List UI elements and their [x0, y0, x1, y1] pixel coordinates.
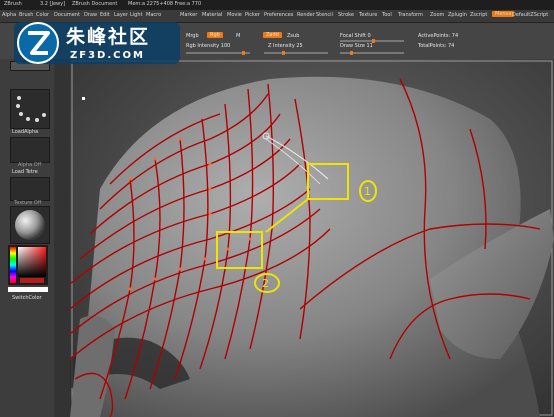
- document-canvas[interactable]: 1 2: [70, 59, 554, 417]
- total-points-readout: TotalPoints: 74: [418, 43, 455, 49]
- annotation-label-2: 2: [262, 277, 269, 290]
- zsub-toggle[interactable]: Zsub: [287, 33, 299, 39]
- menu-stroke[interactable]: Stroke: [338, 12, 354, 18]
- secondary-color-swatch[interactable]: [8, 287, 48, 292]
- focal-shift-track[interactable]: [340, 39, 404, 43]
- zf3d-watermark-logo: 朱峰社区 ZF3D.COM: [14, 18, 180, 68]
- shelf-scroll-strip[interactable]: [54, 59, 70, 417]
- version-label: 3.2 [Jewy]: [40, 1, 66, 7]
- annotation-label-1: 1: [364, 185, 371, 198]
- menu-marker[interactable]: Marker: [180, 12, 197, 18]
- menu-transform[interactable]: Transform: [398, 12, 423, 18]
- logo-chinese-text: 朱峰社区: [66, 26, 151, 48]
- slider-thumb[interactable]: [350, 51, 353, 55]
- rgb-toggle[interactable]: Rgb: [207, 32, 223, 38]
- z-intensity-track[interactable]: [264, 51, 328, 55]
- zadd-toggle[interactable]: Zadd: [263, 32, 282, 38]
- sculpt-viewport[interactable]: 1 2: [70, 59, 554, 417]
- app-label: ZBrush: [4, 1, 22, 7]
- menu-zoom[interactable]: Zoom: [430, 12, 444, 18]
- active-points-readout: ActivePoints: 74: [418, 33, 459, 39]
- color-picker[interactable]: [8, 245, 48, 285]
- logo-domain-text: ZF3D.COM: [70, 50, 145, 61]
- load-texture-button[interactable]: Load Tetre: [12, 169, 38, 175]
- memory-readout: Mem:a 2275+408 Free:a 770: [128, 1, 202, 7]
- title-bar: ZBrush 3.2 [Jewy] ZBrush Document Mem:a …: [0, 0, 554, 10]
- rgb-intensity-track[interactable]: [186, 51, 250, 55]
- mrgb-toggle[interactable]: Mrgb: [186, 33, 199, 39]
- alpha-off-label[interactable]: Alpha Off: [18, 162, 41, 168]
- hue-strip[interactable]: [10, 247, 16, 283]
- left-shelf: LoadAlpha Alpha Off Load Tetre Texture O…: [0, 59, 55, 417]
- script-label[interactable]: DefaultZScript: [512, 12, 548, 18]
- alpha-thumbnail[interactable]: [10, 89, 50, 129]
- saturation-square[interactable]: [18, 247, 46, 277]
- menu-material[interactable]: Material: [202, 12, 222, 18]
- menu-movie[interactable]: Movie: [227, 12, 242, 18]
- menu-picker[interactable]: Picker: [245, 12, 260, 18]
- alpha-slot[interactable]: [10, 137, 50, 163]
- menu-zplugin[interactable]: Zplugin: [448, 12, 467, 18]
- menu-texture[interactable]: Texture: [359, 12, 377, 18]
- m-toggle[interactable]: M: [236, 33, 240, 39]
- load-alpha-button[interactable]: LoadAlpha: [12, 129, 38, 135]
- texture-slot[interactable]: [10, 177, 50, 201]
- draw-size-slider[interactable]: Draw Size 11: [340, 43, 373, 49]
- menu-stencil[interactable]: Stencil: [316, 12, 333, 18]
- slider-thumb[interactable]: [242, 51, 245, 55]
- view-marker: [82, 97, 85, 100]
- switch-color-button[interactable]: SwitchColor: [12, 295, 42, 301]
- menu-render[interactable]: Render: [297, 12, 315, 18]
- z-intensity-slider[interactable]: Z Intensity 25: [268, 43, 303, 49]
- menu-tool[interactable]: Tool: [382, 12, 392, 18]
- material-thumbnail[interactable]: [10, 206, 50, 244]
- menus-button[interactable]: Menus: [492, 11, 515, 17]
- material-sphere-icon: [15, 210, 45, 240]
- document-label: ZBrush Document: [72, 1, 118, 7]
- rgb-intensity-slider[interactable]: Rgb Intensity 100: [186, 43, 230, 49]
- draw-size-track[interactable]: [340, 51, 404, 55]
- slider-thumb[interactable]: [282, 51, 285, 55]
- menu-zscript[interactable]: Zscript: [470, 12, 487, 18]
- menu-preferences[interactable]: Preferences: [264, 12, 293, 18]
- dots-stroke-icon: [16, 96, 46, 122]
- focal-shift-slider[interactable]: Focal Shift 0: [340, 33, 371, 39]
- main-color-swatch[interactable]: [20, 278, 44, 283]
